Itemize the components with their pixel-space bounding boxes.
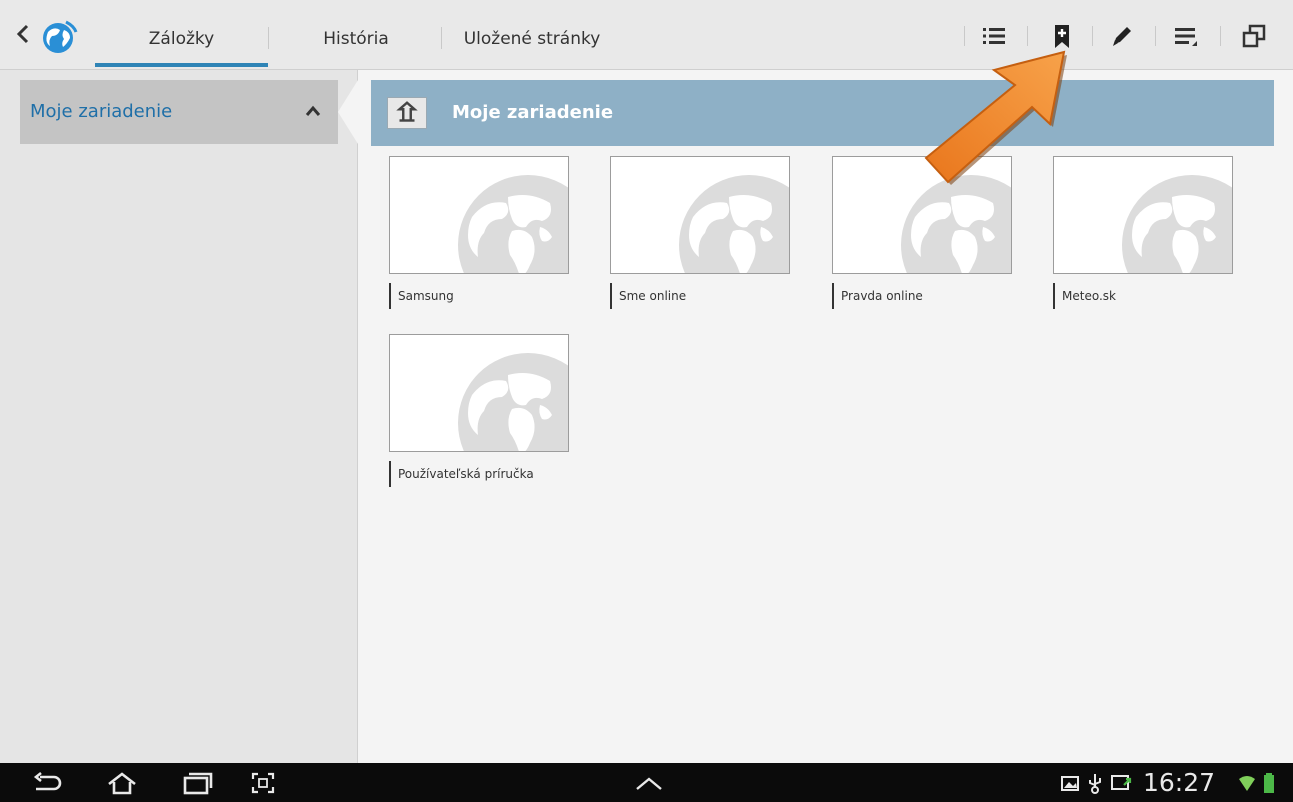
globe-placeholder-icon [458,175,568,273]
bookmark-thumbnail[interactable] [610,156,790,274]
folder-up-button[interactable] [387,97,427,129]
browser-globe-icon[interactable] [38,20,82,54]
folder-title: Moje zariadenie [452,102,614,123]
folder-header: Moje zariadenie [371,80,1274,146]
top-action-bar: Záložky História Uložené stránky [0,0,1293,70]
bookmark-label: Sme online [610,283,686,309]
annotation-arrow-icon [924,50,1067,185]
toolbar-divider [1155,26,1156,46]
sidebar-item-label: Moje zariadenie [30,101,173,122]
screen-mirroring-icon [1111,775,1132,790]
home-icon[interactable] [105,771,139,795]
screenshot-icon[interactable] [250,771,276,795]
tab-divider [441,27,442,49]
gallery-notification-icon [1061,776,1079,791]
tab-bookmarks[interactable]: Záložky [95,0,268,70]
edit-icon[interactable] [1108,22,1136,50]
bookmark-label: Samsung [389,283,454,309]
chevron-up-icon[interactable] [304,104,322,118]
wifi-signal-icon [1239,776,1255,791]
globe-placeholder-icon [1122,175,1232,273]
toolbar-divider [1092,26,1093,46]
usb-notification-icon [1089,774,1101,794]
windows-icon[interactable] [1240,22,1268,50]
recent-apps-icon[interactable] [180,771,214,795]
folder-sidebar: Moje zariadenie [0,70,358,763]
back-icon[interactable] [30,771,64,795]
globe-placeholder-icon [679,175,789,273]
arrow-up-icon [396,101,418,122]
tab-saved-pages[interactable]: Uložené stránky [452,0,612,70]
sidebar-item-my-device[interactable]: Moje zariadenie [20,80,338,144]
bookmark-label: Používateľská príručka [389,461,534,487]
tab-saved-pages-label: Uložené stránky [463,29,601,49]
battery-icon [1264,773,1274,793]
bookmark-label: Meteo.sk [1053,283,1116,309]
back-chevron-icon[interactable] [14,22,32,46]
status-clock: 16:27 [1143,768,1216,797]
tab-history-label: História [323,29,389,49]
tab-divider [268,27,269,49]
tab-bookmarks-label: Záložky [148,29,215,49]
bookmark-thumbnail[interactable] [1053,156,1233,274]
menu-icon[interactable] [1172,22,1200,50]
chevron-up-icon[interactable] [632,771,666,795]
bookmark-thumbnail[interactable] [389,334,569,452]
bookmark-thumbnail[interactable] [389,156,569,274]
selection-pointer [338,80,358,144]
tab-history[interactable]: História [296,0,416,70]
globe-placeholder-icon [458,353,568,451]
toolbar-divider [1220,26,1221,46]
bookmark-label: Pravda online [832,283,923,309]
system-navigation-bar: 16:27 [0,763,1293,802]
